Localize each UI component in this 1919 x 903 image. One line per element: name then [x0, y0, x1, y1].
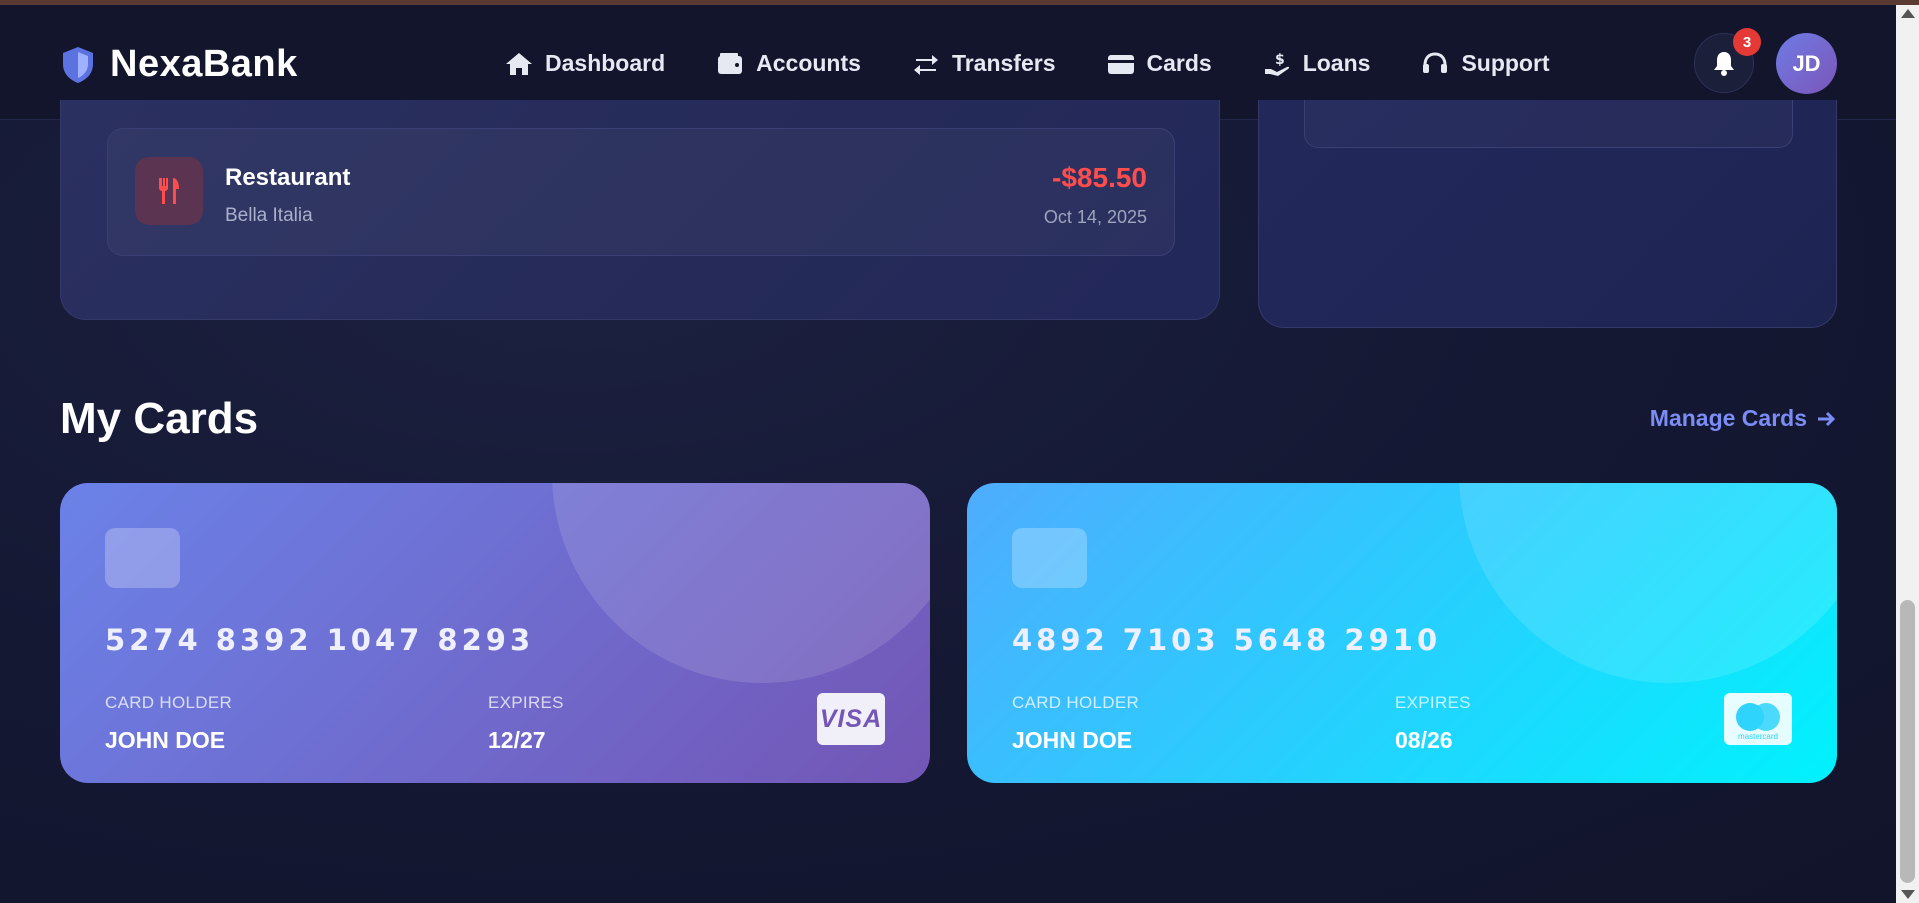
notifications-button[interactable]: 3 — [1694, 28, 1761, 93]
brand-name: NexaBank — [110, 43, 298, 85]
card-holder-name: JOHN DOE — [105, 727, 226, 753]
transaction-title: Restaurant — [225, 164, 351, 191]
arrow-right-icon — [1818, 411, 1836, 426]
transaction-amount: -$85.50 — [1052, 162, 1147, 193]
nav-label: Dashboard — [545, 50, 666, 76]
mastercard-logo-text: mastercard — [1737, 732, 1778, 741]
visa-logo-text: VISA — [819, 704, 883, 733]
manage-cards-link[interactable]: Manage Cards — [1650, 405, 1837, 432]
transaction-merchant: Bella Italia — [225, 205, 313, 226]
nav-support[interactable]: Support — [1421, 50, 1550, 77]
manage-cards-label: Manage Cards — [1649, 405, 1807, 431]
section-title: My Cards — [60, 394, 259, 443]
home-icon — [506, 52, 532, 75]
nav-loans[interactable]: $ Loans — [1263, 50, 1371, 77]
card-expiry: 12/27 — [488, 727, 546, 753]
card-chip — [1012, 528, 1087, 588]
mastercard-logo: mastercard — [1724, 693, 1792, 745]
card-decoration — [1459, 483, 1837, 683]
nav-label: Accounts — [756, 50, 861, 76]
nav-label: Cards — [1146, 50, 1212, 76]
svg-text:$: $ — [1275, 52, 1285, 68]
notification-count-badge: 3 — [1733, 28, 1761, 56]
shield-icon — [63, 46, 93, 83]
card-decoration — [552, 483, 930, 683]
card-holder-label: CARD HOLDER — [105, 693, 233, 712]
scrollbar-thumb[interactable] — [1900, 600, 1915, 883]
nav-cards[interactable]: Cards — [1107, 50, 1212, 77]
main-nav: Dashboard Accounts Transfers Cards $ Loa… — [505, 50, 1550, 77]
nav-label: Transfers — [951, 50, 1056, 76]
wallet-icon — [718, 52, 743, 74]
scroll-up-arrow-icon[interactable] — [1901, 9, 1915, 18]
nav-label: Loans — [1302, 50, 1371, 76]
card-expiry: 08/26 — [1395, 727, 1453, 753]
credit-card-visa[interactable]: 5274 8392 1047 8293 CARD HOLDER JOHN DOE… — [60, 483, 930, 783]
recent-transactions-panel: Restaurant Bella Italia -$85.50 Oct 14, … — [60, 100, 1220, 320]
transaction-date: Oct 14, 2025 — [1043, 207, 1147, 227]
user-avatar[interactable]: JD — [1776, 33, 1837, 94]
card-expires-label: EXPIRES — [488, 693, 564, 712]
utensils-icon — [135, 157, 203, 225]
card-number: 5274 8392 1047 8293 — [105, 623, 535, 657]
vertical-scrollbar[interactable] — [1896, 5, 1919, 903]
card-holder-name: JOHN DOE — [1012, 727, 1133, 753]
nav-label: Support — [1461, 50, 1550, 76]
credit-card-mastercard[interactable]: 4892 7103 5648 2910 CARD HOLDER JOHN DOE… — [967, 483, 1837, 783]
hand-dollar-icon: $ — [1264, 52, 1289, 76]
nav-transfers[interactable]: Transfers — [912, 50, 1056, 77]
mastercard-circles-icon: mastercard — [1729, 697, 1787, 741]
logo[interactable]: NexaBank — [60, 43, 298, 86]
credit-card-icon — [1107, 54, 1134, 74]
card-chip — [105, 528, 180, 588]
visa-logo: VISA — [817, 693, 885, 745]
nav-dashboard[interactable]: Dashboard — [505, 50, 665, 77]
scroll-down-arrow-icon[interactable] — [1901, 890, 1915, 899]
bell-icon — [1714, 52, 1734, 76]
nav-accounts[interactable]: Accounts — [716, 50, 861, 77]
headset-icon — [1423, 51, 1448, 73]
exchange-icon — [913, 54, 938, 75]
card-holder-label: CARD HOLDER — [1012, 693, 1140, 712]
card-number: 4892 7103 5648 2910 — [1012, 623, 1442, 657]
side-panel-item — [1304, 100, 1793, 148]
card-expires-label: EXPIRES — [1395, 693, 1471, 712]
side-panel — [1258, 100, 1837, 328]
transaction-row[interactable]: Restaurant Bella Italia -$85.50 Oct 14, … — [107, 128, 1175, 256]
